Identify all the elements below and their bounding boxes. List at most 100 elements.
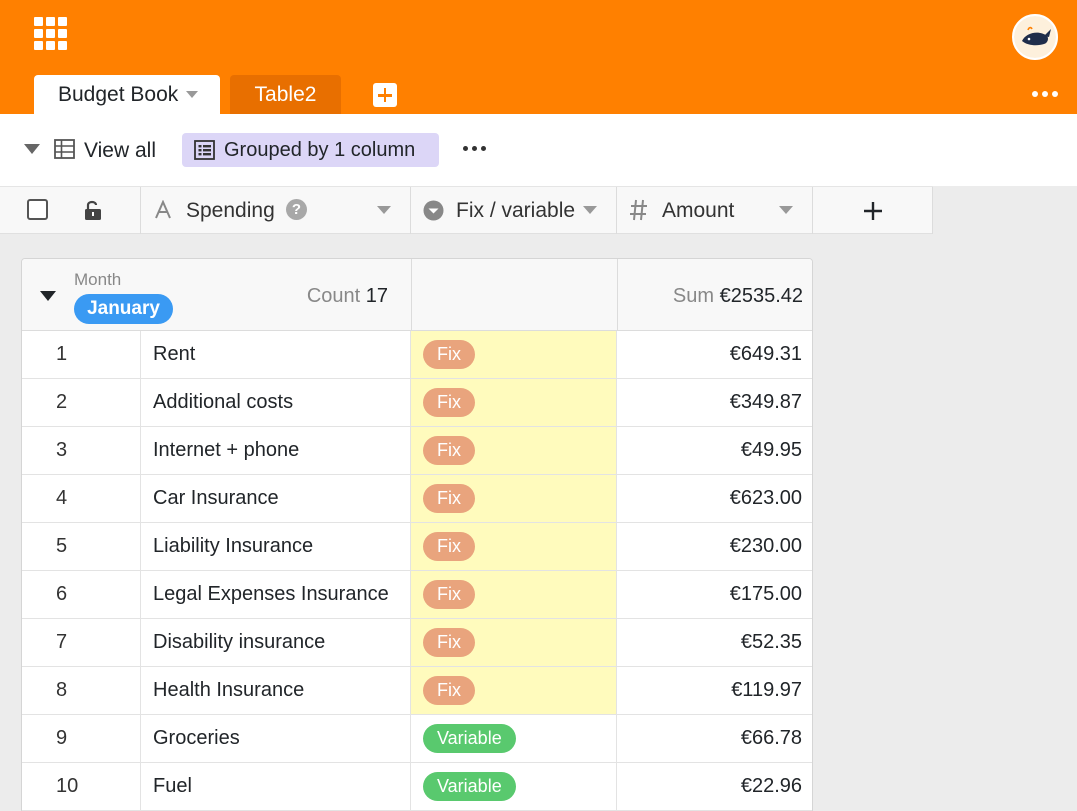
fix-variable-cell[interactable]: Fix — [411, 331, 617, 378]
spending-cell[interactable]: Legal Expenses Insurance — [141, 571, 411, 618]
fix-tag: Fix — [423, 388, 475, 417]
fix-tag: Fix — [423, 436, 475, 465]
spending-cell[interactable]: Health Insurance — [141, 667, 411, 714]
table-row[interactable]: 4 Car Insurance Fix €623.00 — [22, 475, 812, 523]
column-header-row: Spending Fix / variable Amount — [0, 186, 933, 234]
column-header-spending[interactable]: Spending — [141, 187, 411, 234]
fix-tag: Fix — [423, 340, 475, 369]
row-number: 7 — [22, 619, 141, 666]
variable-tag: Variable — [423, 772, 516, 801]
table-row[interactable]: 1 Rent Fix €649.31 — [22, 331, 812, 379]
spending-cell[interactable]: Car Insurance — [141, 475, 411, 522]
column-title: Amount — [662, 199, 735, 222]
add-column-button[interactable] — [813, 187, 933, 234]
table-row[interactable]: 6 Legal Expenses Insurance Fix €175.00 — [22, 571, 812, 619]
amount-cell[interactable]: €649.31 — [617, 331, 812, 378]
table-body: 1 Rent Fix €649.31 2 Additional costs Fix €349.… — [22, 331, 812, 811]
row-number: 8 — [22, 667, 141, 714]
fix-variable-cell[interactable]: Variable — [411, 715, 617, 762]
number-type-icon — [630, 199, 647, 221]
group-header: Month January Count 17 Sum €2535.42 — [22, 259, 812, 331]
spending-cell[interactable]: Groceries — [141, 715, 411, 762]
row-number: 10 — [22, 763, 141, 810]
amount-cell[interactable]: €175.00 — [617, 571, 812, 618]
tab-table2[interactable]: Table2 — [230, 75, 341, 114]
spending-cell[interactable]: Disability insurance — [141, 619, 411, 666]
row-number: 9 — [22, 715, 141, 762]
amount-cell[interactable]: €623.00 — [617, 475, 812, 522]
fix-tag: Fix — [423, 484, 475, 513]
table-row[interactable]: 7 Disability insurance Fix €52.35 — [22, 619, 812, 667]
row-number: 1 — [22, 331, 141, 378]
fix-tag: Fix — [423, 532, 475, 561]
row-number: 2 — [22, 379, 141, 426]
group-sum: Sum €2535.42 — [673, 285, 803, 308]
group-icon — [194, 140, 215, 160]
plus-icon — [863, 201, 882, 220]
divider — [411, 259, 412, 331]
fix-variable-column-menu-icon[interactable] — [583, 206, 597, 214]
row-select-header — [0, 187, 141, 234]
fix-variable-cell[interactable]: Fix — [411, 571, 617, 618]
unlock-icon[interactable] — [84, 199, 102, 221]
add-table-icon[interactable] — [373, 83, 397, 107]
tab-budget-book[interactable]: Budget Book — [34, 75, 220, 114]
group-value-chip: January — [74, 294, 173, 324]
count-label: Count — [306, 285, 361, 307]
amount-cell[interactable]: €230.00 — [617, 523, 812, 570]
fix-variable-cell[interactable]: Fix — [411, 475, 617, 522]
amount-cell[interactable]: €52.35 — [617, 619, 812, 666]
row-number: 6 — [22, 571, 141, 618]
divider — [617, 259, 618, 331]
amount-cell[interactable]: €66.78 — [617, 715, 812, 762]
tab-dropdown-icon[interactable] — [186, 91, 199, 98]
amount-cell[interactable]: €119.97 — [617, 667, 812, 714]
spending-cell[interactable]: Rent — [141, 331, 411, 378]
fix-variable-cell[interactable]: Fix — [411, 667, 617, 714]
user-avatar[interactable] — [1012, 14, 1058, 60]
row-number: 4 — [22, 475, 141, 522]
row-number: 5 — [22, 523, 141, 570]
tab-label: Table2 — [254, 82, 317, 106]
table-row[interactable]: 8 Health Insurance Fix €119.97 — [22, 667, 812, 715]
whale-avatar-icon — [1014, 16, 1056, 58]
table-view-icon — [54, 139, 75, 159]
fix-tag: Fix — [423, 580, 475, 609]
spending-cell[interactable]: Internet + phone — [141, 427, 411, 474]
fix-variable-cell[interactable]: Fix — [411, 427, 617, 474]
amount-cell[interactable]: €49.95 — [617, 427, 812, 474]
fix-tag: Fix — [423, 676, 475, 705]
spending-cell[interactable]: Liability Insurance — [141, 523, 411, 570]
apps-grid-icon[interactable] — [34, 17, 68, 51]
variable-tag: Variable — [423, 724, 516, 753]
view-dropdown-icon[interactable] — [24, 144, 40, 154]
table-row[interactable]: 9 Groceries Variable €66.78 — [22, 715, 812, 763]
fix-variable-cell[interactable]: Variable — [411, 763, 617, 810]
fix-variable-cell[interactable]: Fix — [411, 523, 617, 570]
spending-column-menu-icon[interactable] — [377, 206, 391, 214]
help-icon[interactable]: ? — [286, 199, 307, 220]
amount-cell[interactable]: €22.96 — [617, 763, 812, 810]
amount-column-menu-icon[interactable] — [779, 206, 793, 214]
select-all-checkbox[interactable] — [27, 199, 48, 220]
fix-variable-cell[interactable]: Fix — [411, 379, 617, 426]
single-select-icon — [423, 200, 444, 221]
table-row[interactable]: 5 Liability Insurance Fix €230.00 — [22, 523, 812, 571]
spending-cell[interactable]: Additional costs — [141, 379, 411, 426]
fix-variable-cell[interactable]: Fix — [411, 619, 617, 666]
view-name[interactable]: View all — [84, 139, 156, 163]
column-title: Fix / variable — [456, 199, 576, 222]
table-row[interactable]: 10 Fuel Variable €22.96 — [22, 763, 812, 811]
table-row[interactable]: 2 Additional costs Fix €349.87 — [22, 379, 812, 427]
more-options-icon[interactable] — [1032, 87, 1060, 101]
table-row[interactable]: 3 Internet + phone Fix €49.95 — [22, 427, 812, 475]
collapse-group-icon[interactable] — [40, 291, 56, 301]
amount-cell[interactable]: €349.87 — [617, 379, 812, 426]
text-type-icon — [155, 200, 171, 219]
group-by-label: Grouped by 1 column — [224, 138, 416, 161]
spending-cell[interactable]: Fuel — [141, 763, 411, 810]
view-toolbar — [0, 114, 1077, 186]
toolbar-more-icon[interactable] — [463, 146, 486, 151]
count-value: 17 — [365, 285, 388, 307]
group-by-button[interactable]: Grouped by 1 column — [182, 133, 439, 167]
